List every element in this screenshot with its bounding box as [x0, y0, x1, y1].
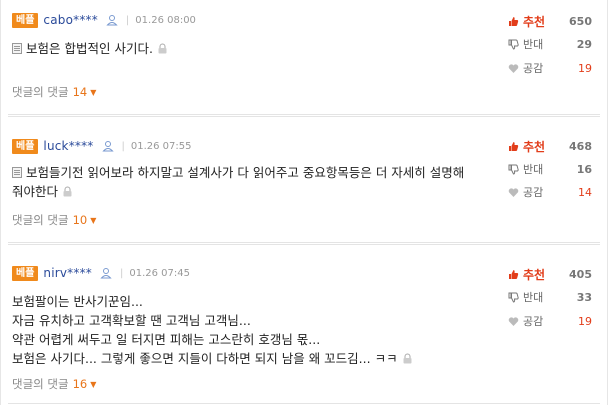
thumbs-up-icon — [509, 269, 519, 279]
comment-divider — [8, 242, 600, 243]
username[interactable]: luck**** — [43, 139, 93, 153]
comment-text: 보험은 합법적인 사기다. — [12, 39, 168, 58]
lock-icon[interactable] — [157, 43, 168, 54]
thumbs-down-icon — [508, 292, 519, 303]
upvote-count: 405 — [569, 267, 592, 281]
downvote-button[interactable]: 반대 29 — [508, 37, 592, 51]
thumbs-down-icon — [508, 39, 519, 50]
downvote-label: 반대 — [523, 163, 544, 176]
user-icon[interactable] — [101, 140, 114, 152]
user-icon[interactable] — [106, 14, 118, 26]
document-icon — [12, 43, 22, 54]
timestamp: 01.26 07:45 — [129, 267, 190, 279]
upvote-button[interactable]: 추천 405 — [508, 267, 592, 282]
upvote-label: 추천 — [523, 267, 546, 282]
heart-icon — [508, 316, 519, 326]
username[interactable]: cabo**** — [43, 13, 98, 27]
thumbs-down-icon — [508, 164, 519, 175]
reply-toggle[interactable]: 댓글의 댓글 14 ▼ — [12, 84, 96, 100]
left-border — [0, 0, 1, 405]
comment-header: 베플 nirv**** | 01.26 07:45 — [12, 265, 190, 281]
comment-line: 줘야한다 — [12, 182, 464, 201]
reply-count: 10 — [72, 213, 88, 227]
header-separator: | — [121, 140, 125, 152]
comment-line: 보험들기전 읽어보라 하지말고 설계사가 다 읽어주고 중요항목등은 더 자세히… — [12, 163, 464, 182]
comment-line: 보험은 사기다... 그렇게 좋으면 지들이 다하면 되지 남을 왜 꼬드김..… — [12, 349, 413, 368]
comment-line: 보험팔이는 반사기꾼임... — [12, 294, 143, 309]
chevron-down-icon: ▼ — [90, 215, 97, 225]
upvote-button[interactable]: 추천 468 — [508, 139, 592, 154]
header-separator: | — [119, 267, 124, 279]
upvote-button[interactable]: 추천 650 — [508, 14, 592, 29]
reply-toggle[interactable]: 댓글의 댓글 10 ▼ — [12, 212, 96, 228]
reply-label: 댓글의 댓글 — [12, 85, 69, 99]
chevron-down-icon: ▼ — [90, 87, 97, 97]
comment-line: 약관 어렵게 써두고 일 터지면 피해는 고스란히 호갱님 몫... — [12, 332, 321, 347]
comment-line: 자금 유치하고 고객확보할 땐 고객님 고객님... — [12, 313, 251, 328]
like-count: 19 — [578, 314, 592, 328]
upvote-label: 추천 — [523, 14, 546, 29]
like-label: 공감 — [523, 315, 544, 328]
reply-count: 14 — [72, 85, 88, 99]
upvote-label: 추천 — [523, 139, 546, 154]
best-badge: 베플 — [12, 12, 39, 28]
thumbs-up-icon — [509, 16, 519, 26]
upvote-count: 650 — [569, 14, 592, 28]
comment-line: 보험은 합법적인 사기다. — [12, 39, 168, 58]
downvote-label: 반대 — [523, 38, 544, 51]
timestamp: 01.26 07:55 — [130, 140, 192, 152]
like-count: 19 — [578, 61, 592, 75]
header-separator: | — [125, 14, 130, 26]
upvote-count: 468 — [569, 139, 592, 153]
comment-text: 보험들기전 읽어보라 하지말고 설계사가 다 읽어주고 중요항목등은 더 자세히… — [12, 163, 464, 201]
like-button[interactable]: 공감 19 — [508, 314, 592, 328]
username[interactable]: nirv**** — [43, 266, 92, 280]
like-button[interactable]: 공감 19 — [508, 61, 592, 75]
best-badge: 베플 — [12, 265, 39, 281]
downvote-button[interactable]: 반대 16 — [508, 162, 592, 176]
like-label: 공감 — [523, 62, 544, 75]
downvote-button[interactable]: 반대 33 — [508, 290, 592, 304]
comment-divider — [8, 116, 600, 117]
lock-icon[interactable] — [62, 186, 73, 197]
heart-icon — [508, 187, 519, 197]
reply-label: 댓글의 댓글 — [12, 213, 69, 227]
reply-label: 댓글의 댓글 — [12, 377, 69, 391]
reply-toggle[interactable]: 댓글의 댓글 16 ▼ — [12, 376, 96, 392]
like-button[interactable]: 공감 14 — [508, 185, 592, 199]
downvote-count: 33 — [576, 290, 592, 304]
comment-divider — [8, 114, 600, 115]
reply-count: 16 — [72, 377, 88, 391]
downvote-label: 반대 — [523, 291, 544, 304]
comment-text: 보험팔이는 반사기꾼임... 자금 유치하고 고객확보할 땐 고객님 고객님..… — [12, 292, 413, 368]
user-icon[interactable] — [100, 267, 112, 279]
lock-icon[interactable] — [402, 353, 413, 364]
timestamp: 01.26 08:00 — [135, 14, 196, 26]
comment-header: 베플 cabo**** | 01.26 08:00 — [12, 12, 196, 28]
comment-divider — [8, 244, 600, 245]
best-badge: 베플 — [12, 138, 39, 154]
heart-icon — [508, 63, 519, 73]
downvote-count: 16 — [576, 162, 592, 176]
downvote-count: 29 — [576, 37, 592, 51]
chevron-down-icon: ▼ — [90, 379, 97, 389]
thumbs-up-icon — [509, 141, 519, 151]
like-count: 14 — [578, 185, 592, 199]
comment-divider — [8, 403, 600, 404]
document-icon — [12, 167, 22, 178]
comment-header: 베플 luck**** | 01.26 07:55 — [12, 138, 192, 154]
like-label: 공감 — [523, 186, 544, 199]
